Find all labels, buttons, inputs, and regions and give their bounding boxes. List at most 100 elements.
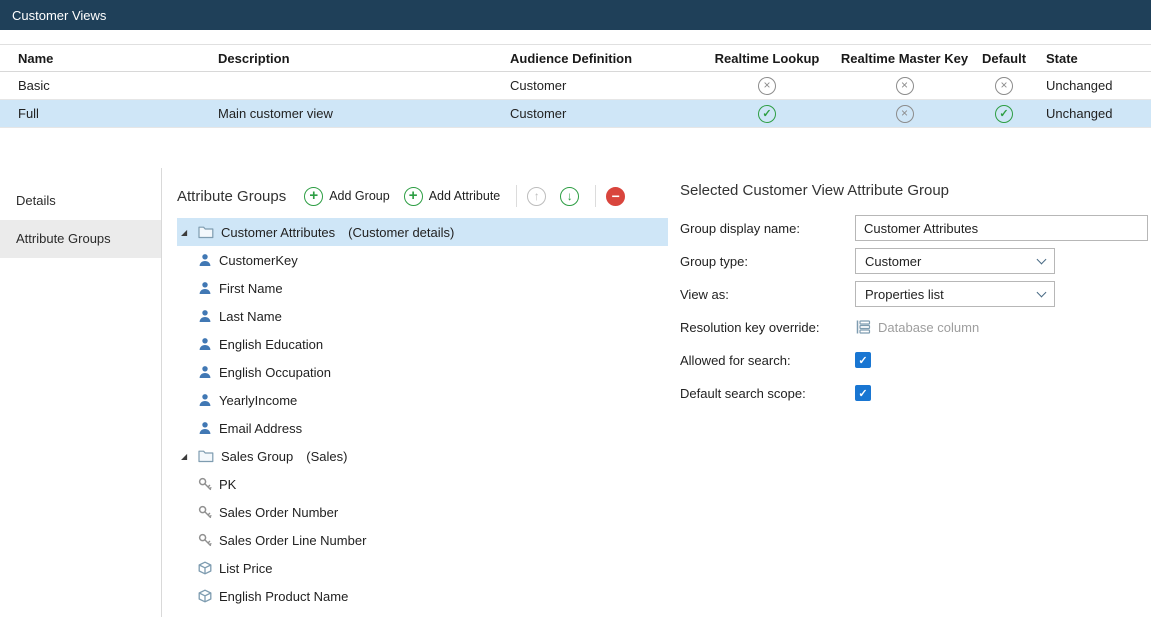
expander-icon[interactable] bbox=[181, 452, 191, 461]
package-icon bbox=[198, 561, 212, 575]
add-group-button[interactable]: Add Group bbox=[304, 187, 389, 206]
tree-item-label: YearlyIncome bbox=[219, 393, 297, 408]
left-tab-sidebar: Details Attribute Groups bbox=[0, 168, 162, 617]
folder-icon bbox=[198, 449, 214, 463]
tree-group-customer-attributes[interactable]: Customer Attributes (Customer details) bbox=[177, 218, 668, 246]
tree-item-english-product-name[interactable]: English Product Name bbox=[177, 582, 668, 610]
resolution-key-override-label: Resolution key override: bbox=[680, 320, 855, 335]
tree-item-email-address[interactable]: Email Address bbox=[177, 414, 668, 442]
cell-realtime-master-key bbox=[837, 105, 972, 123]
tree-item-label: First Name bbox=[219, 281, 283, 296]
cell-audience-definition: Customer bbox=[492, 106, 697, 121]
selected-group-panel: Selected Customer View Attribute Group G… bbox=[680, 182, 1151, 413]
cell-default bbox=[972, 105, 1036, 123]
cell-name: Full bbox=[0, 106, 200, 121]
tree-item-label: English Occupation bbox=[219, 365, 331, 380]
toolbar-separator bbox=[595, 185, 596, 207]
person-icon bbox=[198, 337, 212, 351]
tree-item-label: List Price bbox=[219, 561, 272, 576]
group-display-name-label: Group display name: bbox=[680, 221, 855, 236]
tree-item-last-name[interactable]: Last Name bbox=[177, 302, 668, 330]
folder-icon bbox=[198, 225, 214, 239]
tree-item-first-name[interactable]: First Name bbox=[177, 274, 668, 302]
title-bar: Customer Views bbox=[0, 0, 1151, 30]
chevron-down-icon bbox=[1037, 288, 1047, 298]
column-header-state: State bbox=[1036, 51, 1151, 66]
tree-item-label: CustomerKey bbox=[219, 253, 298, 268]
tree-item-label: Email Address bbox=[219, 421, 302, 436]
form-row-default-search-scope: Default search scope: bbox=[680, 380, 1151, 406]
tree-item-customerkey[interactable]: CustomerKey bbox=[177, 246, 668, 274]
key-icon bbox=[198, 505, 212, 519]
form-row-group-display-name: Group display name: bbox=[680, 215, 1151, 241]
key-icon bbox=[198, 533, 212, 547]
tree-item-english-occupation[interactable]: English Occupation bbox=[177, 358, 668, 386]
add-attribute-button[interactable]: Add Attribute bbox=[404, 187, 501, 206]
table-row-basic[interactable]: Basic Customer Unchanged bbox=[0, 72, 1151, 100]
database-column-icon bbox=[855, 319, 871, 335]
tree-item-yearlyincome[interactable]: YearlyIncome bbox=[177, 386, 668, 414]
cell-default bbox=[972, 77, 1036, 95]
group-display-name-input[interactable] bbox=[855, 215, 1148, 241]
tree-item-label: Sales Order Number bbox=[219, 505, 338, 520]
remove-icon bbox=[606, 187, 625, 206]
tree-item-english-education[interactable]: English Education bbox=[177, 330, 668, 358]
attribute-groups-tree: Customer Attributes (Customer details) C… bbox=[177, 218, 668, 610]
move-up-button[interactable] bbox=[527, 187, 546, 206]
person-icon bbox=[198, 309, 212, 323]
cell-audience-definition: Customer bbox=[492, 78, 697, 93]
view-as-select[interactable]: Properties list bbox=[855, 281, 1055, 307]
package-icon bbox=[198, 589, 212, 603]
add-attribute-label: Add Attribute bbox=[429, 189, 501, 203]
table-header-row: Name Description Audience Definition Rea… bbox=[0, 44, 1151, 72]
group-type-select[interactable]: Customer bbox=[855, 248, 1055, 274]
person-icon bbox=[198, 281, 212, 295]
column-header-name: Name bbox=[0, 51, 200, 66]
toolbar-separator bbox=[516, 185, 517, 207]
tree-group-meta: (Customer details) bbox=[348, 225, 454, 240]
plus-icon bbox=[304, 187, 323, 206]
expander-icon[interactable] bbox=[181, 228, 191, 237]
tree-item-sales-order-line-number[interactable]: Sales Order Line Number bbox=[177, 526, 668, 554]
person-icon bbox=[198, 365, 212, 379]
default-search-scope-checkbox[interactable] bbox=[855, 385, 871, 401]
tree-group-label: Sales Group bbox=[221, 449, 293, 464]
tree-item-pk[interactable]: PK bbox=[177, 470, 668, 498]
column-header-description: Description bbox=[200, 51, 492, 66]
tree-item-label: Sales Order Line Number bbox=[219, 533, 366, 548]
attribute-groups-panel: Attribute Groups Add Group Add Attribute… bbox=[163, 168, 668, 617]
tree-group-label: Customer Attributes bbox=[221, 225, 335, 240]
table-row-full[interactable]: Full Main customer view Customer Unchang… bbox=[0, 100, 1151, 128]
cell-state: Unchanged bbox=[1036, 106, 1151, 121]
cell-name: Basic bbox=[0, 78, 200, 93]
status-check-icon bbox=[758, 105, 776, 123]
cell-realtime-master-key bbox=[837, 77, 972, 95]
form-row-group-type: Group type: Customer bbox=[680, 248, 1151, 274]
tree-item-label: PK bbox=[219, 477, 236, 492]
database-column-button[interactable]: Database column bbox=[855, 319, 979, 335]
status-cross-icon bbox=[896, 77, 914, 95]
selected-group-title: Selected Customer View Attribute Group bbox=[680, 182, 1151, 199]
form-row-resolution-key-override: Resolution key override: Database column bbox=[680, 314, 1151, 340]
status-cross-icon bbox=[995, 77, 1013, 95]
chevron-down-icon bbox=[1037, 255, 1047, 265]
tab-details[interactable]: Details bbox=[0, 182, 161, 220]
allowed-for-search-checkbox[interactable] bbox=[855, 352, 871, 368]
status-check-icon bbox=[995, 105, 1013, 123]
tab-attribute-groups[interactable]: Attribute Groups bbox=[0, 220, 161, 258]
tree-item-list-price[interactable]: List Price bbox=[177, 554, 668, 582]
tree-item-sales-order-number[interactable]: Sales Order Number bbox=[177, 498, 668, 526]
add-group-label: Add Group bbox=[329, 189, 389, 203]
tree-group-sales-group[interactable]: Sales Group (Sales) bbox=[177, 442, 668, 470]
remove-button[interactable] bbox=[606, 187, 625, 206]
move-up-icon bbox=[527, 187, 546, 206]
column-header-realtime-lookup: Realtime Lookup bbox=[697, 51, 837, 66]
tree-group-meta: (Sales) bbox=[306, 449, 347, 464]
tree-item-label: Last Name bbox=[219, 309, 282, 324]
attribute-groups-toolbar: Attribute Groups Add Group Add Attribute bbox=[177, 182, 668, 210]
person-icon bbox=[198, 421, 212, 435]
move-down-button[interactable] bbox=[560, 187, 579, 206]
key-icon bbox=[198, 477, 212, 491]
plus-icon bbox=[404, 187, 423, 206]
column-header-realtime-master-key: Realtime Master Key bbox=[837, 51, 972, 66]
